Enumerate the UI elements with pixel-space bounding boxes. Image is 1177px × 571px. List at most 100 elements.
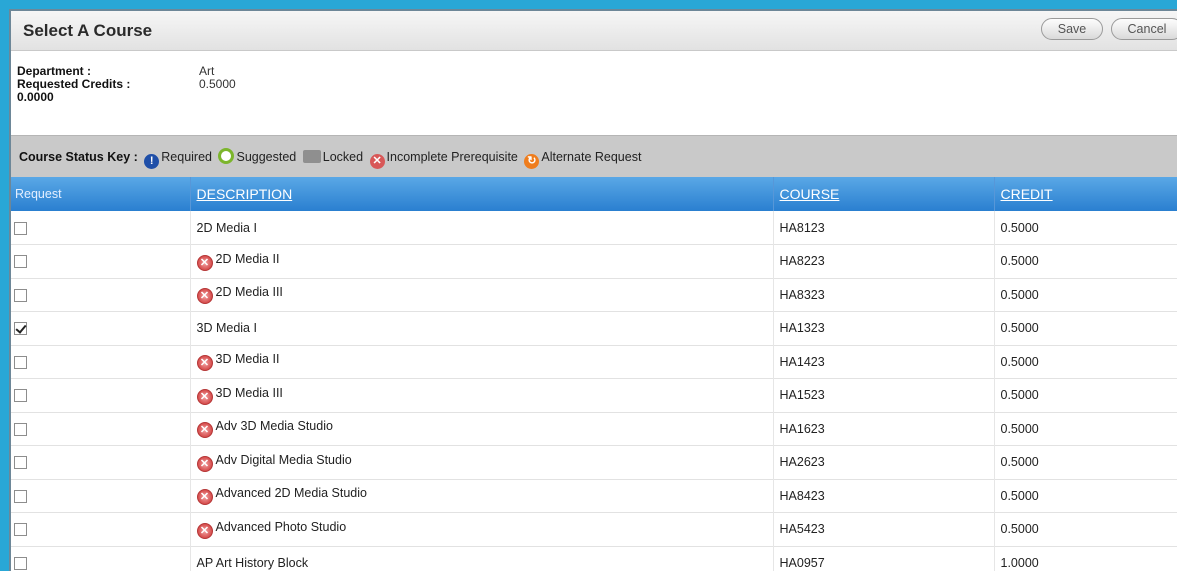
course-credit: 0.5000 bbox=[993, 211, 1177, 245]
course-description: 2D Media III bbox=[215, 285, 283, 300]
description-cell: ✕ 2D Media II bbox=[189, 244, 773, 278]
course-credit: 0.5000 bbox=[993, 445, 1177, 479]
course-code: HA8323 bbox=[772, 278, 994, 312]
page-title: Select A Course bbox=[23, 21, 153, 40]
course-description: Adv Digital Media Studio bbox=[215, 452, 352, 467]
incomplete-prerequisite-icon: ✕ bbox=[196, 254, 213, 271]
incomplete-prerequisite-icon: ✕ bbox=[196, 355, 213, 372]
course-code: HA5423 bbox=[772, 512, 994, 546]
request-checkbox[interactable] bbox=[14, 389, 27, 403]
table-row: ✕ 3D Media II HA1423 0.5000 bbox=[11, 345, 1177, 379]
status-key-required: Required bbox=[161, 150, 212, 164]
course-credit: 0.5000 bbox=[993, 512, 1177, 546]
save-button[interactable]: Save bbox=[1041, 18, 1103, 40]
requested-credits-value: 0.5000 bbox=[199, 77, 236, 91]
request-checkbox[interactable] bbox=[14, 456, 27, 470]
status-key-alternate: Alternate Request bbox=[541, 150, 642, 164]
course-description: Advanced 2D Media Studio bbox=[215, 486, 367, 501]
course-code: HA8423 bbox=[772, 479, 994, 513]
incomplete-prerequisite-icon: ✕ bbox=[369, 154, 385, 169]
course-code: HA1623 bbox=[772, 412, 994, 446]
request-cell bbox=[11, 245, 190, 279]
request-checkbox[interactable] bbox=[14, 221, 27, 235]
table-row: ✕ 3D Media III HA1523 0.5000 bbox=[11, 378, 1177, 413]
course-status-key: Course Status Key : ! Required Suggested … bbox=[11, 135, 1177, 177]
course-credit: 0.5000 bbox=[993, 479, 1177, 513]
request-checkbox[interactable] bbox=[14, 523, 27, 537]
request-cell bbox=[11, 479, 190, 513]
request-cell bbox=[11, 345, 190, 379]
incomplete-prerequisite-icon: ✕ bbox=[196, 288, 213, 305]
table-row: AP Art History Block HA0957 1.0000 bbox=[11, 546, 1177, 571]
incomplete-prerequisite-icon: ✕ bbox=[196, 522, 213, 539]
table-row: ✕ Advanced Photo Studio HA5423 0.5000 bbox=[11, 512, 1177, 547]
course-description: Advanced Photo Studio bbox=[215, 519, 347, 534]
description-cell: ✕ 2D Media III bbox=[189, 278, 773, 312]
request-checkbox[interactable] bbox=[14, 255, 27, 269]
column-header-description[interactable]: DESCRIPTION bbox=[189, 177, 773, 211]
description-cell: 3D Media I bbox=[189, 311, 773, 345]
request-cell bbox=[11, 278, 190, 312]
request-checkbox[interactable] bbox=[14, 489, 27, 503]
request-checkbox[interactable] bbox=[14, 288, 27, 302]
request-checkbox[interactable] bbox=[14, 322, 27, 336]
course-code: HA0957 bbox=[772, 546, 994, 571]
column-header-request: Request bbox=[15, 187, 62, 201]
incomplete-prerequisite-icon: ✕ bbox=[196, 455, 213, 472]
status-key-label: Course Status Key : bbox=[19, 150, 138, 164]
request-checkbox[interactable] bbox=[14, 422, 27, 436]
request-cell bbox=[11, 546, 190, 571]
column-header-credit[interactable]: CREDIT bbox=[993, 177, 1177, 211]
course-credit: 1.0000 bbox=[993, 546, 1177, 571]
table-row: 2D Media I HA8123 0.5000 bbox=[11, 211, 1177, 245]
table-row: ✕ Adv 3D Media Studio HA1623 0.5000 bbox=[11, 412, 1177, 446]
course-description: 3D Media III bbox=[215, 385, 283, 400]
course-credit: 0.5000 bbox=[993, 311, 1177, 345]
alternate-request-icon: ↻ bbox=[524, 154, 540, 169]
request-cell bbox=[11, 446, 190, 480]
request-checkbox[interactable] bbox=[14, 355, 27, 369]
course-code: HA8223 bbox=[772, 244, 994, 278]
locked-icon bbox=[302, 150, 321, 163]
description-cell: ✕ Adv 3D Media Studio bbox=[189, 412, 773, 446]
table-row: ✕ 2D Media III HA8323 0.5000 bbox=[11, 278, 1177, 312]
cancel-button[interactable]: Cancel bbox=[1111, 18, 1177, 40]
column-header-course[interactable]: COURSE bbox=[772, 177, 994, 211]
course-credit: 0.5000 bbox=[993, 244, 1177, 278]
course-selection-panel: Select A Course Save Cancel Department :… bbox=[9, 9, 1177, 571]
request-cell bbox=[11, 513, 190, 547]
credits-total: 0.0000 bbox=[17, 90, 54, 104]
incomplete-prerequisite-icon: ✕ bbox=[196, 422, 213, 439]
course-code: HA1523 bbox=[772, 378, 994, 412]
request-checkbox[interactable] bbox=[14, 556, 27, 570]
description-cell: ✕ 3D Media II bbox=[189, 345, 773, 379]
course-credit: 0.5000 bbox=[993, 378, 1177, 412]
course-code: HA8123 bbox=[772, 211, 994, 245]
course-credit: 0.5000 bbox=[993, 345, 1177, 379]
description-cell: 2D Media I bbox=[189, 211, 773, 245]
course-table: Request DESCRIPTION COURSE CREDIT 2D Med… bbox=[11, 177, 1177, 571]
table-row: 3D Media I HA1323 0.5000 bbox=[11, 311, 1177, 345]
table-row: ✕ Advanced 2D Media Studio HA8423 0.5000 bbox=[11, 479, 1177, 513]
incomplete-prerequisite-icon: ✕ bbox=[196, 489, 213, 506]
table-row: ✕ 2D Media II HA8223 0.5000 bbox=[11, 244, 1177, 279]
request-cell bbox=[11, 379, 190, 413]
course-description: 3D Media II bbox=[215, 352, 280, 367]
course-rows: 2D Media I HA8123 0.5000 ✕ 2D Media II HA8223… bbox=[11, 211, 1177, 571]
course-code: HA1423 bbox=[772, 345, 994, 379]
table-header-row: Request DESCRIPTION COURSE CREDIT bbox=[11, 177, 1177, 211]
description-cell: ✕ Adv Digital Media Studio bbox=[189, 445, 773, 479]
request-cell bbox=[11, 211, 190, 245]
required-icon: ! bbox=[144, 154, 160, 169]
description-cell: AP Art History Block bbox=[189, 546, 773, 571]
description-cell: ✕ Advanced 2D Media Studio bbox=[189, 479, 773, 513]
course-description: Adv 3D Media Studio bbox=[215, 419, 333, 434]
course-credit: 0.5000 bbox=[993, 412, 1177, 446]
title-bar: Select A Course Save Cancel bbox=[11, 11, 1177, 51]
table-row: ✕ Adv Digital Media Studio HA2623 0.5000 bbox=[11, 445, 1177, 480]
course-info: Department : Art Requested Credits : 0.5… bbox=[17, 65, 236, 104]
suggested-icon bbox=[218, 148, 235, 164]
status-key-suggested: Suggested bbox=[236, 150, 297, 164]
request-cell bbox=[11, 412, 190, 446]
course-description: AP Art History Block bbox=[196, 555, 309, 570]
